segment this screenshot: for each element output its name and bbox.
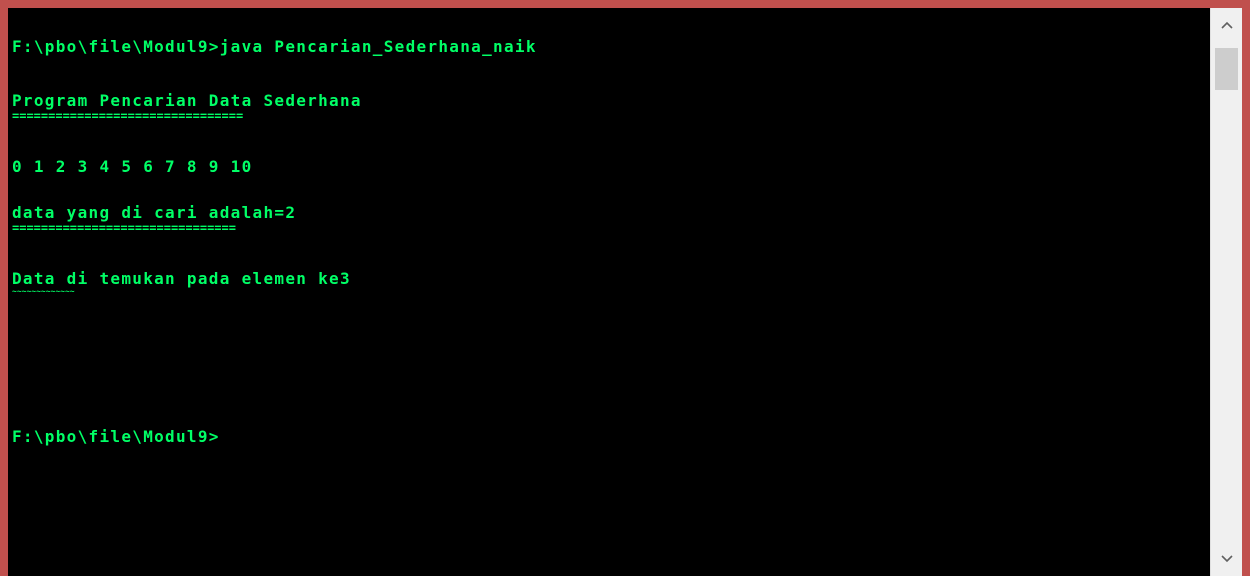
console-window: F:\pbo\file\Modul9>java Pencarian_Sederh…: [0, 0, 1250, 576]
console-line-array: 0 1 2 3 4 5 6 7 8 9 10: [12, 157, 253, 176]
console-line-command: F:\pbo\file\Modul9>java Pencarian_Sederh…: [12, 37, 537, 56]
console-line-result: Data di temukan pada elemen ke3: [12, 269, 351, 288]
console-separator-2: ===============================: [12, 222, 236, 234]
chevron-down-icon: [1220, 550, 1233, 568]
scroll-up-button[interactable]: [1211, 8, 1242, 42]
console-line-prompt: F:\pbo\file\Modul9>: [12, 427, 220, 446]
scroll-thumb[interactable]: [1215, 48, 1238, 90]
vertical-scrollbar[interactable]: [1210, 8, 1242, 576]
console-squiggle-underline: ~~~~~~~~~~~~~: [12, 288, 75, 296]
console-line-search-target: data yang di cari adalah=2: [12, 203, 297, 222]
console-separator-1: ================================: [12, 110, 244, 122]
scroll-down-button[interactable]: [1211, 542, 1242, 576]
console-output[interactable]: F:\pbo\file\Modul9>java Pencarian_Sederh…: [8, 8, 1210, 576]
chevron-up-icon: [1220, 16, 1233, 34]
console-area: F:\pbo\file\Modul9>java Pencarian_Sederh…: [8, 8, 1242, 576]
console-line-program-title: Program Pencarian Data Sederhana: [12, 91, 362, 110]
